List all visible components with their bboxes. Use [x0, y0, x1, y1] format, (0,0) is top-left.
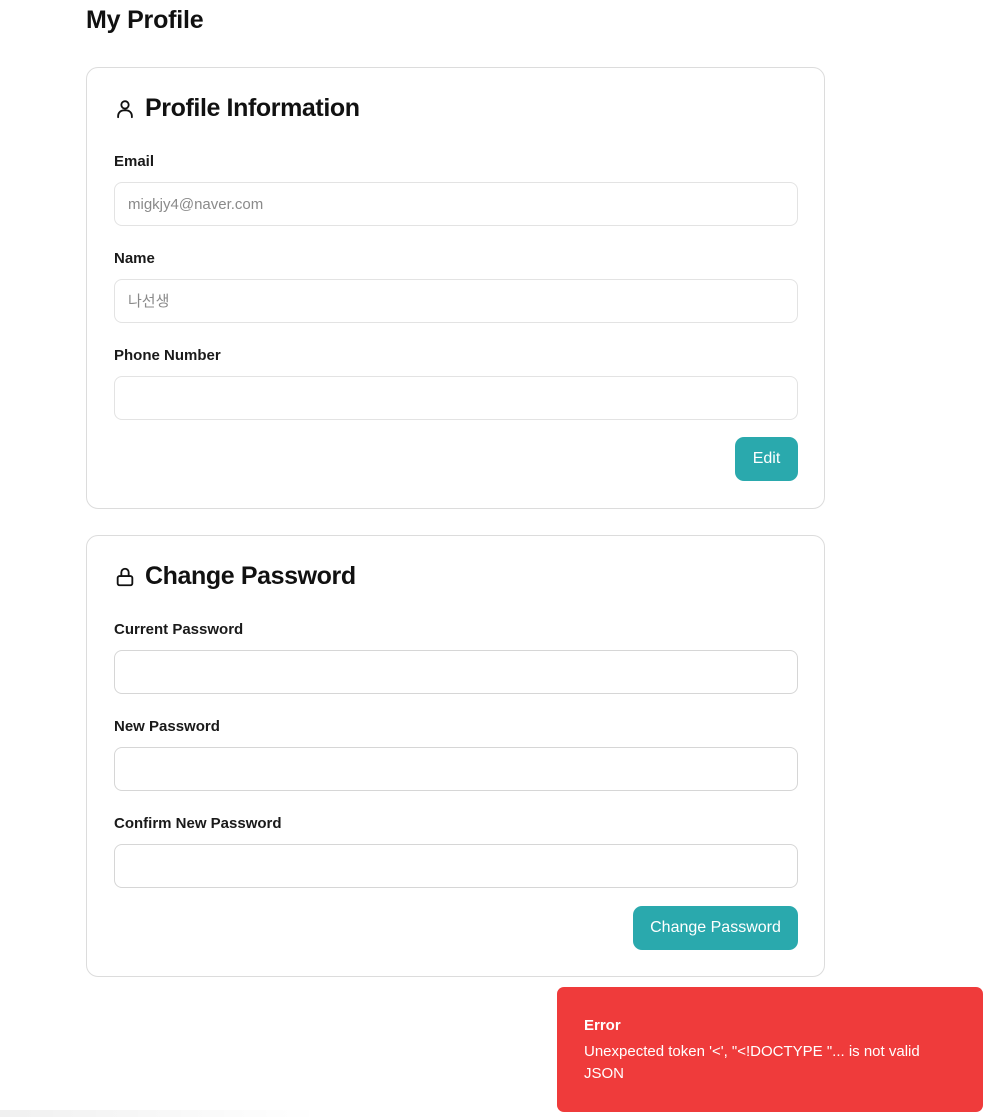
- phone-number-label: Phone Number: [114, 347, 221, 364]
- email-field[interactable]: [114, 182, 798, 226]
- email-label: Email: [114, 153, 155, 170]
- profile-information-card: Profile Information Email Name Phone Num…: [86, 67, 825, 509]
- name-field[interactable]: [114, 279, 798, 323]
- password-card-header: Change Password: [114, 562, 356, 591]
- phone-number-field[interactable]: [114, 376, 798, 420]
- edit-button[interactable]: Edit: [735, 437, 798, 481]
- change-password-button[interactable]: Change Password: [633, 906, 798, 950]
- password-card-title: Change Password: [145, 562, 356, 590]
- error-toast-message: Unexpected token '<', "<!DOCTYPE "... is…: [584, 1043, 920, 1082]
- current-password-field[interactable]: [114, 650, 798, 694]
- new-password-label: New Password: [114, 718, 220, 735]
- confirm-new-password-field[interactable]: [114, 844, 798, 888]
- change-password-card: Change Password Current Password New Pas…: [86, 535, 825, 977]
- bottom-edge-shadow: [0, 1110, 320, 1117]
- lock-icon: [114, 566, 136, 588]
- page-title: My Profile: [86, 6, 204, 34]
- current-password-label: Current Password: [114, 621, 244, 638]
- confirm-new-password-label: Confirm New Password: [114, 815, 282, 832]
- user-icon: [114, 98, 136, 120]
- name-label: Name: [114, 250, 155, 267]
- new-password-field[interactable]: [114, 747, 798, 791]
- profile-card-title: Profile Information: [145, 94, 360, 122]
- profile-card-header: Profile Information: [114, 94, 360, 123]
- error-toast-title: Error: [584, 1017, 621, 1034]
- error-toast[interactable]: Error Unexpected token '<', "<!DOCTYPE "…: [557, 987, 983, 1112]
